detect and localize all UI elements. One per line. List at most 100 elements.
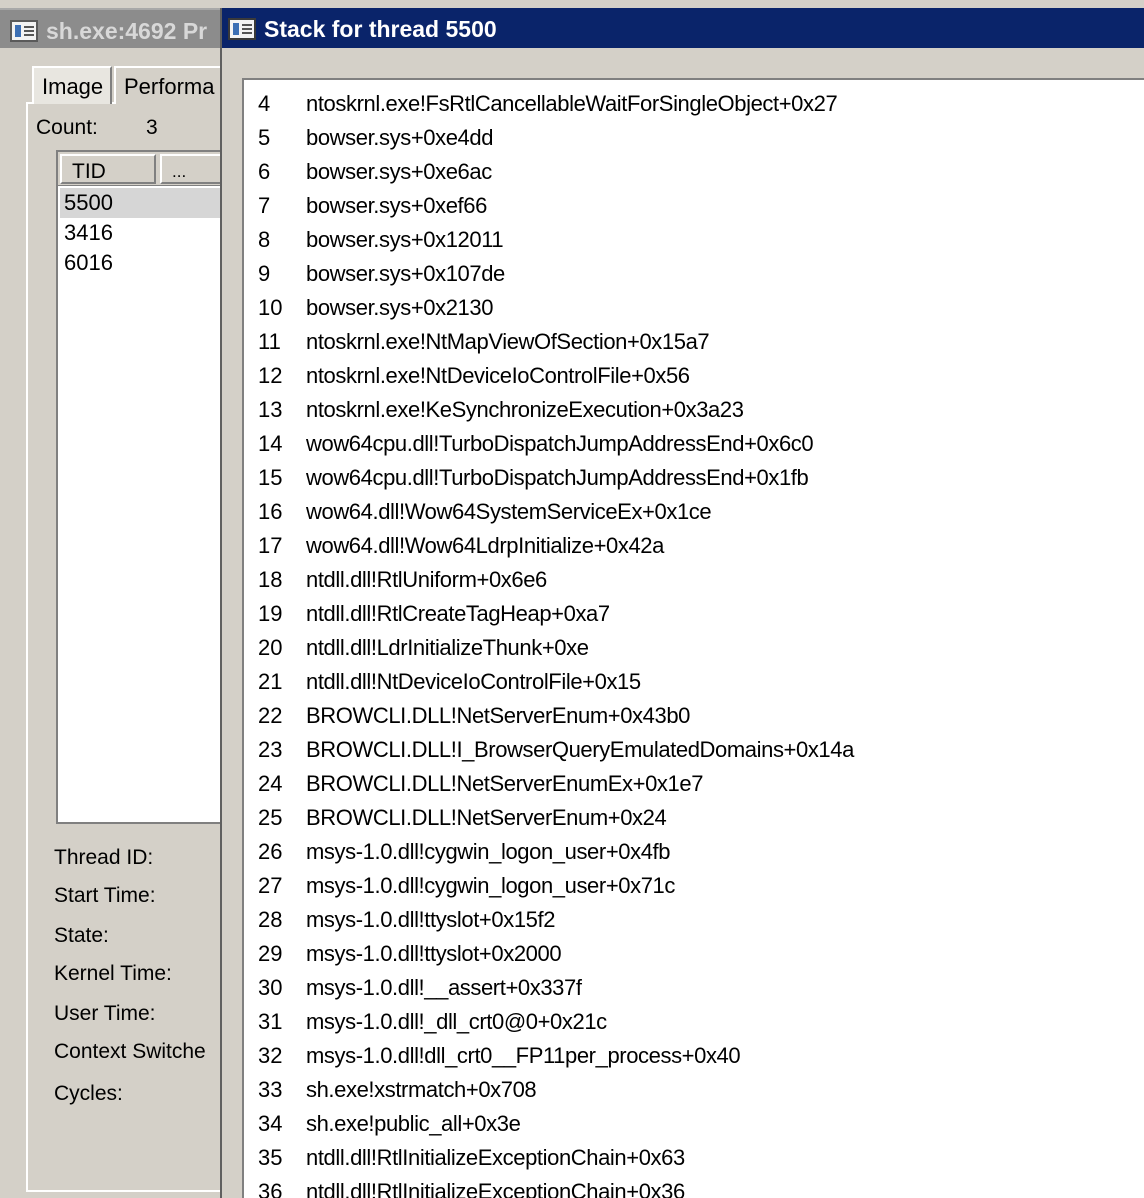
stack-frame-row[interactable]: 23 BROWCLI.DLL!I_BrowserQueryEmulatedDoma… [244,734,1144,768]
frame-number: 32 [258,1043,283,1068]
stack-frame-row[interactable]: 29 msys-1.0.dll!ttyslot+0x2000 [244,938,1144,972]
frame-number: 29 [258,941,283,966]
stack-frame-row[interactable]: 11 ntoskrnl.exe!NtMapViewOfSection+0x15a7 [244,326,1144,360]
thread-row[interactable]: 3416 [60,218,220,248]
state-label: State: [54,924,109,947]
frame-number: 14 [258,431,283,456]
frame-symbol: bowser.sys+0x107de [306,261,505,286]
stack-frame-row[interactable]: 34 sh.exe!public_all+0x3e [244,1108,1144,1142]
frame-number: 10 [258,295,283,320]
thread-row[interactable]: 5500 [60,188,220,218]
tab-performance[interactable]: Performa [114,66,222,104]
frame-number: 31 [258,1009,283,1034]
frame-number: 25 [258,805,283,830]
stack-frame-row[interactable]: 16 wow64.dll!Wow64SystemServiceEx+0x1ce [244,496,1144,530]
stack-frame-row[interactable]: 4 ntoskrnl.exe!FsRtlCancellableWaitForSin… [244,88,1144,122]
stack-frame-row[interactable]: 31 msys-1.0.dll!_dll_crt0@0+0x21c [244,1006,1144,1040]
frame-number: 15 [258,465,283,490]
stack-frame-row[interactable]: 7 bowser.sys+0xef66 [244,190,1144,224]
frame-symbol: ntoskrnl.exe!KeSynchronizeExecution+0x3a… [306,397,744,422]
stack-frame-row[interactable]: 30 msys-1.0.dll!__assert+0x337f [244,972,1144,1006]
stack-frame-row[interactable]: 32 msys-1.0.dll!dll_crt0__FP11per_process… [244,1040,1144,1074]
stack-frame-row[interactable]: 14 wow64cpu.dll!TurboDispatchJumpAddressE… [244,428,1144,462]
thread-list-header: TID ... [58,152,222,186]
stack-dialog: Stack for thread 5500 4 ntoskrnl.exe!FsRt… [220,8,1144,1198]
frame-number: 9 [258,261,271,286]
stack-frame-row[interactable]: 26 msys-1.0.dll!cygwin_logon_user+0x4fb [244,836,1144,870]
stack-frame-row[interactable]: 13 ntoskrnl.exe!KeSynchronizeExecution+0x… [244,394,1144,428]
process-properties-titlebar[interactable]: sh.exe:4692 Pr [0,8,222,48]
frame-symbol: ntoskrnl.exe!NtDeviceIoControlFile+0x56 [306,363,690,388]
frame-number: 33 [258,1077,283,1102]
stack-frame-row[interactable]: 17 wow64.dll!Wow64LdrpInitialize+0x42a [244,530,1144,564]
column-header-more[interactable]: ... [160,154,222,184]
stack-frame-row[interactable]: 5 bowser.sys+0xe4dd [244,122,1144,156]
stack-frame-row[interactable]: 27 msys-1.0.dll!cygwin_logon_user+0x71c [244,870,1144,904]
frame-symbol: sh.exe!public_all+0x3e [306,1111,521,1136]
cycles-label: Cycles: [54,1082,123,1105]
frame-number: 30 [258,975,283,1000]
stack-frame-row[interactable]: 36 ntdll.dll!RtlInitializeExceptionChain+… [244,1176,1144,1198]
thread-row[interactable]: 6016 [60,248,220,278]
frame-number: 34 [258,1111,283,1136]
frame-symbol: bowser.sys+0x2130 [306,295,494,320]
stack-frame-row[interactable]: 15 wow64cpu.dll!TurboDispatchJumpAddressE… [244,462,1144,496]
frame-number: 28 [258,907,283,932]
frame-symbol: BROWCLI.DLL!NetServerEnum+0x24 [306,805,667,830]
frame-symbol: msys-1.0.dll!ttyslot+0x15f2 [306,907,556,932]
kernel-time-label: Kernel Time: [54,962,172,985]
frame-number: 5 [258,125,271,150]
frame-symbol: sh.exe!xstrmatch+0x708 [306,1077,537,1102]
stack-frame-row[interactable]: 9 bowser.sys+0x107de [244,258,1144,292]
stack-frame-row[interactable]: 21 ntdll.dll!NtDeviceIoControlFile+0x15 [244,666,1144,700]
stack-frame-row[interactable]: 25 BROWCLI.DLL!NetServerEnum+0x24 [244,802,1144,836]
process-properties-window: sh.exe:4692 Pr Image Performa Count: 3 T… [0,0,222,1198]
frame-symbol: BROWCLI.DLL!I_BrowserQueryEmulatedDomain… [306,737,854,762]
window-app-icon [10,20,38,42]
frame-number: 7 [258,193,271,218]
context-switches-label: Context Switche [54,1040,206,1063]
window-app-icon [228,18,256,40]
frame-number: 35 [258,1145,283,1170]
stack-frame-row[interactable]: 20 ntdll.dll!LdrInitializeThunk+0xe [244,632,1144,666]
frame-symbol: bowser.sys+0xef66 [306,193,487,218]
frame-number: 18 [258,567,283,592]
stack-frame-row[interactable]: 10 bowser.sys+0x2130 [244,292,1144,326]
frame-number: 21 [258,669,283,694]
frame-symbol: msys-1.0.dll!_dll_crt0@0+0x21c [306,1009,607,1034]
frame-number: 36 [258,1179,283,1198]
frame-symbol: BROWCLI.DLL!NetServerEnum+0x43b0 [306,703,690,728]
count-label: Count: [36,116,98,139]
frame-symbol: ntdll.dll!LdrInitializeThunk+0xe [306,635,589,660]
tab-image[interactable]: Image [32,66,112,104]
frame-symbol: msys-1.0.dll!__assert+0x337f [306,975,582,1000]
stack-frame-row[interactable]: 33 sh.exe!xstrmatch+0x708 [244,1074,1144,1108]
frame-number: 12 [258,363,283,388]
frame-symbol: BROWCLI.DLL!NetServerEnumEx+0x1e7 [306,771,704,796]
window-title: sh.exe:4692 Pr [46,18,208,44]
stack-frame-row[interactable]: 28 msys-1.0.dll!ttyslot+0x15f2 [244,904,1144,938]
frame-number: 19 [258,601,283,626]
frame-number: 17 [258,533,283,558]
frame-number: 4 [258,91,271,116]
stack-frame-row[interactable]: 18 ntdll.dll!RtlUniform+0x6e6 [244,564,1144,598]
frame-symbol: msys-1.0.dll!cygwin_logon_user+0x4fb [306,839,671,864]
stack-frame-row[interactable]: 12 ntoskrnl.exe!NtDeviceIoControlFile+0x5… [244,360,1144,394]
stack-frame-row[interactable]: 22 BROWCLI.DLL!NetServerEnum+0x43b0 [244,700,1144,734]
frame-symbol: bowser.sys+0xe6ac [306,159,492,184]
frame-number: 24 [258,771,283,796]
column-header-tid[interactable]: TID [60,154,156,184]
stack-dialog-titlebar[interactable]: Stack for thread 5500 [222,8,1144,48]
frame-symbol: wow64.dll!Wow64LdrpInitialize+0x42a [306,533,664,558]
thread-list[interactable]: TID ... 5500 3416 6016 [56,150,222,824]
stack-frame-row[interactable]: 6 bowser.sys+0xe6ac [244,156,1144,190]
stack-frame-row[interactable]: 19 ntdll.dll!RtlCreateTagHeap+0xa7 [244,598,1144,632]
stack-frame-row[interactable]: 35 ntdll.dll!RtlInitializeExceptionChain+… [244,1142,1144,1176]
count-value: 3 [146,116,158,139]
frame-symbol: ntdll.dll!RtlCreateTagHeap+0xa7 [306,601,610,626]
stack-frame-list[interactable]: 4 ntoskrnl.exe!FsRtlCancellableWaitForSin… [242,78,1144,1198]
stack-frame-row[interactable]: 8 bowser.sys+0x12011 [244,224,1144,258]
frame-symbol: ntoskrnl.exe!NtMapViewOfSection+0x15a7 [306,329,710,354]
stack-frame-row[interactable]: 24 BROWCLI.DLL!NetServerEnumEx+0x1e7 [244,768,1144,802]
frame-symbol: wow64cpu.dll!TurboDispatchJumpAddressEnd… [306,431,814,456]
